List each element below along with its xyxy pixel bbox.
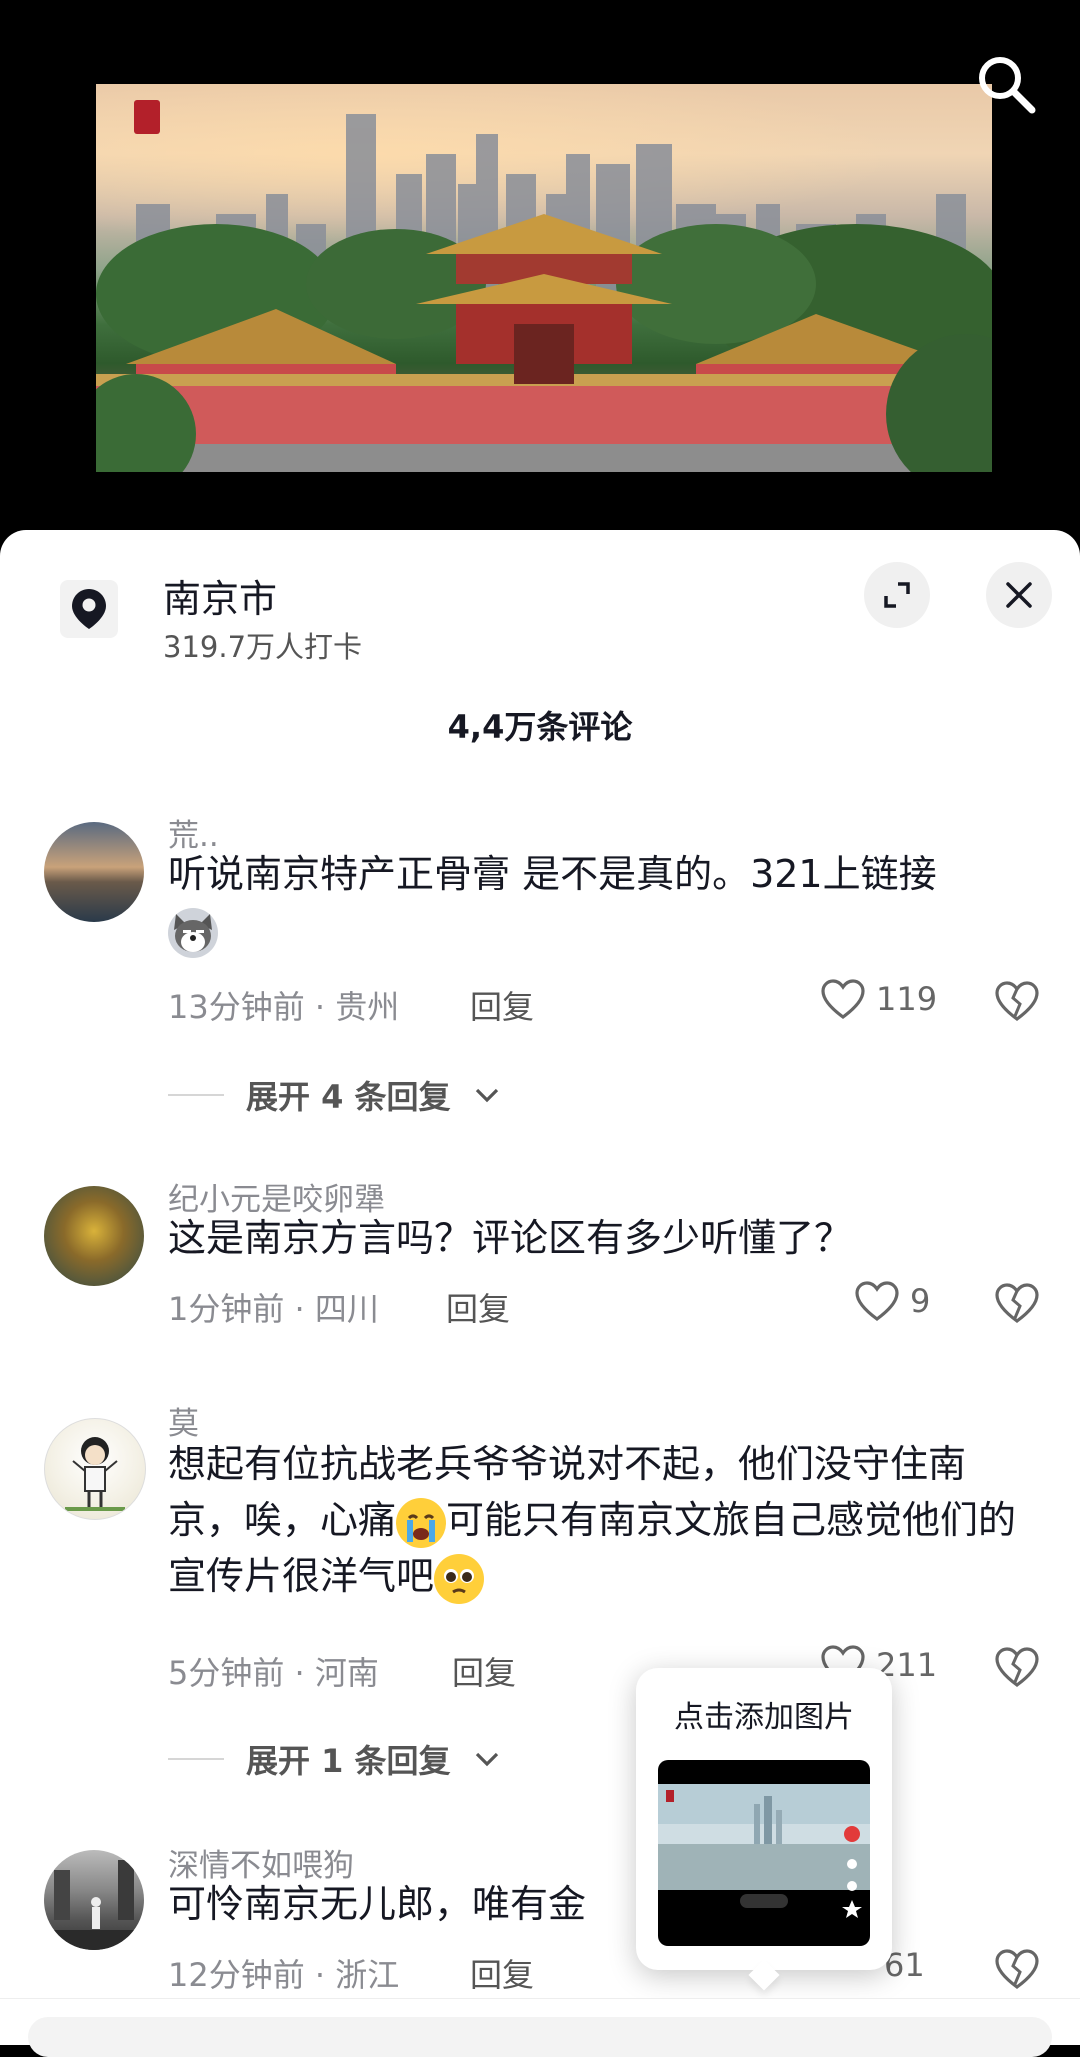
- comment-time-location: 5分钟前 · 河南: [168, 1654, 379, 1692]
- dog-emoji-icon: [168, 907, 218, 958]
- logo-seal: [134, 100, 160, 134]
- avatar[interactable]: [44, 1186, 144, 1286]
- like-count: 119: [876, 980, 938, 1018]
- broken-heart-icon: [995, 1647, 1039, 1687]
- popup-title[interactable]: 点击添加图片: [636, 1692, 892, 1736]
- location-name[interactable]: 南京市: [163, 568, 277, 623]
- comment-item: 莫 想起有位抗战老兵爷爷说对不起，他们没守住南京，唉，心痛 可能只有南京文旅自己…: [0, 1398, 1080, 1818]
- close-button[interactable]: [986, 562, 1052, 628]
- comment-time-location: 1分钟前 · 四川: [168, 1290, 379, 1328]
- broken-heart-icon: [995, 1283, 1039, 1323]
- divider-line: [168, 1094, 224, 1096]
- heart-icon: [821, 979, 865, 1019]
- like-button[interactable]: 119: [820, 978, 937, 1020]
- comment-time-location: 12分钟前 · 浙江: [168, 1956, 400, 1994]
- crying-emoji-icon: [396, 1497, 447, 1548]
- comment-item: 深情不如喂狗 可怜南京无儿郎，唯有金 12分钟前 · 浙江 回复 61: [0, 1820, 1080, 2020]
- comment-item: 纪小元是咬卵犟 这是南京方言吗？评论区有多少听懂了？ 1分钟前 · 四川 回复 …: [0, 1174, 1080, 1374]
- dislike-button[interactable]: [994, 1282, 1040, 1328]
- like-button[interactable]: 9: [854, 1280, 930, 1322]
- comment-item: 荒.. 听说南京特产正骨膏 是不是真的。321上链接 13分钟前 · 贵州 回复…: [0, 810, 1080, 1130]
- boy-drawing-icon: [65, 1437, 125, 1511]
- location-icon-box[interactable]: [60, 580, 118, 638]
- location-checkins: 319.7万人打卡: [163, 630, 363, 664]
- expand-icon: [884, 582, 910, 608]
- comment-text: 可怜南京无儿郎，唯有金: [168, 1882, 587, 1926]
- pleading-emoji-icon: [434, 1553, 485, 1604]
- comment-sheet: 南京市 319.7万人打卡 4,4万条评论 荒.. 听说南京特产正骨膏 是不是真…: [0, 530, 1080, 2044]
- temple-graphic: [96, 214, 992, 472]
- broken-heart-icon: [995, 981, 1039, 1021]
- expand-replies-label: 展开 1 条回复: [246, 1742, 451, 1780]
- crying-face-icon: [407, 1514, 436, 1542]
- dog-face-icon: [174, 913, 212, 952]
- comment-time-location: 13分钟前 · 贵州: [168, 988, 400, 1026]
- comment-text: 这是南京方言吗？评论区有多少听懂了？: [168, 1216, 853, 1260]
- avatar[interactable]: [44, 1418, 146, 1520]
- reply-button[interactable]: 回复: [446, 1284, 510, 1330]
- video-thumbnail[interactable]: [96, 84, 992, 472]
- comment-count: 4,4万条评论: [447, 708, 633, 746]
- dislike-button[interactable]: [994, 1948, 1040, 1994]
- dislike-button[interactable]: [994, 980, 1040, 1026]
- search-button[interactable]: [974, 52, 1038, 116]
- street-photo-icon: [44, 1860, 144, 1950]
- video-frame-thumbnail[interactable]: [658, 1760, 870, 1946]
- comment-input[interactable]: [28, 2017, 1052, 2057]
- dislike-button[interactable]: [994, 1646, 1040, 1692]
- add-image-popup: 点击添加图片: [636, 1668, 892, 1991]
- reply-button[interactable]: 回复: [470, 1950, 534, 1996]
- expand-replies[interactable]: 展开 4 条回复: [168, 1072, 501, 1118]
- like-count: 9: [910, 1282, 931, 1320]
- chevron-down-icon: [475, 1752, 498, 1767]
- location-pin-icon: [72, 589, 106, 629]
- chevron-down-icon: [475, 1088, 498, 1103]
- heart-icon: [855, 1281, 899, 1321]
- reply-button[interactable]: 回复: [470, 982, 534, 1028]
- expand-button[interactable]: [864, 562, 930, 628]
- avatar[interactable]: [44, 1850, 144, 1950]
- comment-text: 听说南京特产正骨膏 是不是真的。321上链接: [168, 846, 1038, 958]
- pleading-face-icon: [444, 1568, 475, 1593]
- reply-button[interactable]: 回复: [452, 1648, 516, 1694]
- close-icon: [1006, 582, 1032, 608]
- divider-line: [168, 1758, 224, 1760]
- bottom-input-bar: [0, 1998, 1080, 2057]
- comment-text-body: 听说南京特产正骨膏 是不是真的。321上链接: [168, 852, 937, 896]
- search-icon: [979, 57, 1036, 114]
- broken-heart-icon: [995, 1949, 1039, 1989]
- expand-replies[interactable]: 展开 1 条回复: [168, 1736, 501, 1782]
- expand-replies-label: 展开 4 条回复: [246, 1078, 451, 1116]
- comment-text: 想起有位抗战老兵爷爷说对不起，他们没守住南京，唉，心痛 可能只有南京文旅自己感觉…: [168, 1436, 1038, 1604]
- video-frame-graphic: [658, 1784, 870, 1918]
- video-area[interactable]: [0, 0, 1080, 540]
- avatar[interactable]: [44, 822, 144, 922]
